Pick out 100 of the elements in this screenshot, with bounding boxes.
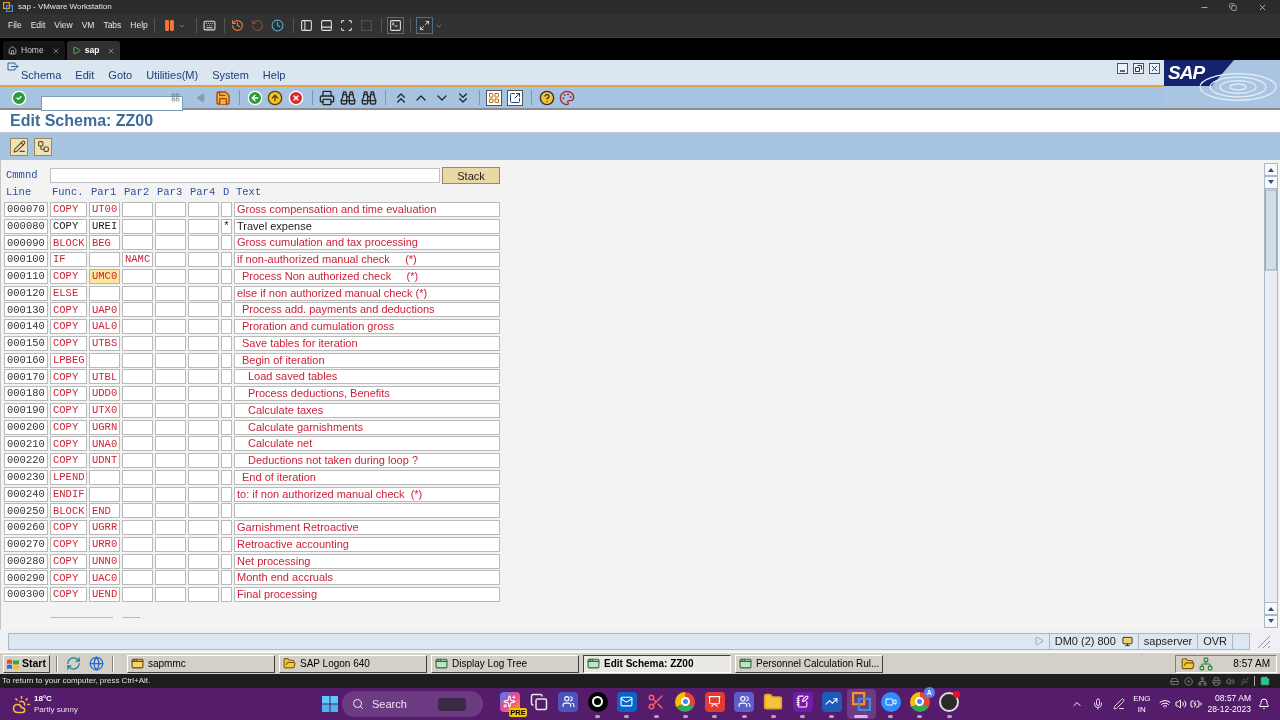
ring-icon[interactable] <box>587 691 608 712</box>
people-icon[interactable] <box>734 691 754 712</box>
pause-icon[interactable] <box>163 19 176 32</box>
toolbar-button[interactable] <box>34 137 52 156</box>
field-label: Cmmnd <box>5 167 39 183</box>
print-icon[interactable] <box>319 89 335 106</box>
note-icon[interactable] <box>1260 676 1270 686</box>
window-icon <box>131 657 144 670</box>
menu-item[interactable]: Schema <box>21 66 62 83</box>
close-icon[interactable] <box>51 46 60 55</box>
toolbar-button[interactable] <box>10 137 28 156</box>
disc-icon[interactable] <box>1184 676 1193 686</box>
taskbar-button[interactable]: Display Log Tree <box>431 654 579 673</box>
taskbar-button[interactable]: Edit Schema: ZZ00 <box>583 654 731 673</box>
save-icon[interactable] <box>215 89 231 106</box>
command-field[interactable] <box>41 96 183 111</box>
overlapping-squares-icon[interactable] <box>851 692 871 711</box>
menu-item[interactable]: System <box>212 66 249 83</box>
minimize-icon[interactable] <box>1117 63 1128 74</box>
close-icon[interactable] <box>1258 2 1267 12</box>
taskbar-button[interactable]: sapmmc <box>127 654 275 673</box>
palette-icon[interactable] <box>559 89 575 106</box>
tab[interactable]: Home <box>3 41 65 60</box>
folder-icon[interactable] <box>763 691 784 712</box>
menu-item[interactable]: Edit <box>30 19 46 32</box>
sparkle-icon[interactable] <box>499 691 520 712</box>
menu-item[interactable]: Help <box>130 19 148 32</box>
date[interactable]: 28-12-2023 <box>1207 704 1251 715</box>
fullscreen-icon[interactable] <box>416 17 433 34</box>
check-icon[interactable] <box>11 89 27 106</box>
mail-icon[interactable] <box>616 691 637 712</box>
table-cell: Process add. payments and deductions <box>234 302 500 318</box>
table-cell <box>155 486 186 502</box>
windows-logo-icon[interactable] <box>322 696 338 712</box>
command-input[interactable] <box>50 168 440 183</box>
overlapping-windows-icon[interactable] <box>529 692 548 711</box>
clock-arrow-icon[interactable] <box>231 19 244 32</box>
network-icon[interactable] <box>1199 656 1213 671</box>
grid-icon[interactable] <box>171 93 180 102</box>
monitor-icon[interactable] <box>1121 635 1133 647</box>
menu-item[interactable]: VM <box>81 19 95 32</box>
table-cell <box>221 536 232 552</box>
people-icon[interactable] <box>558 691 579 712</box>
chart-icon[interactable] <box>821 691 842 712</box>
scissors-icon[interactable] <box>647 692 666 711</box>
clock[interactable]: 08:57 AM <box>1215 693 1251 704</box>
back-icon[interactable] <box>247 89 263 106</box>
cancel-icon[interactable] <box>288 89 304 106</box>
table-cell: COPY <box>50 436 87 452</box>
video-camera-icon[interactable] <box>880 691 901 712</box>
search-input[interactable]: Search <box>372 695 438 713</box>
terminal-icon[interactable] <box>387 17 404 34</box>
scan-frame-icon[interactable] <box>340 19 353 32</box>
menu-item[interactable]: File <box>8 19 22 32</box>
table-cell: COPY <box>50 419 87 435</box>
battery-icon[interactable] <box>1189 698 1202 710</box>
table-cell: UMC0 <box>89 268 120 284</box>
tab[interactable]: sap <box>66 41 121 60</box>
vertical-scrollbar[interactable] <box>1264 163 1278 628</box>
bell-icon[interactable] <box>1258 698 1270 710</box>
menu-item[interactable]: Help <box>262 66 286 83</box>
binoculars-icon[interactable] <box>361 89 377 106</box>
active-app-highlight[interactable] <box>846 689 876 719</box>
folder-icon[interactable] <box>1181 656 1195 671</box>
grid-icon[interactable] <box>486 89 502 106</box>
speaker-icon[interactable] <box>1174 698 1187 710</box>
binoculars-icon[interactable] <box>340 89 356 106</box>
restore-icon[interactable] <box>1133 63 1144 74</box>
keyboard-icon[interactable] <box>203 19 216 32</box>
window-arrow-icon[interactable] <box>7 62 19 71</box>
help-icon[interactable] <box>539 89 555 106</box>
left-panel-icon[interactable] <box>300 19 313 32</box>
menu-item[interactable]: Tabs <box>103 19 122 32</box>
start-button[interactable]: Start <box>3 654 50 673</box>
taskbar-button[interactable]: Personnel Calculation Rul... <box>735 654 883 673</box>
table-cell: COPY <box>50 402 87 418</box>
menu-item[interactable]: View <box>54 19 73 32</box>
microphone-icon[interactable] <box>1092 698 1105 710</box>
search-bar[interactable]: Search <box>342 691 483 717</box>
globe-icon[interactable] <box>89 656 104 671</box>
print-icon[interactable] <box>1212 676 1221 686</box>
presentation-icon[interactable] <box>704 691 725 712</box>
pen-icon[interactable] <box>1113 698 1126 710</box>
language-indicator[interactable]: ENG <box>1133 693 1151 704</box>
shortcut-icon[interactable] <box>507 89 523 106</box>
menu-item[interactable]: Edit <box>75 66 95 83</box>
weather-icon[interactable] <box>12 694 31 714</box>
network-icon[interactable] <box>1198 676 1207 686</box>
notebook-icon[interactable] <box>792 691 813 712</box>
wifi-icon[interactable] <box>1158 698 1171 710</box>
taskbar-button[interactable]: SAP Logon 640 <box>279 654 427 673</box>
region-indicator[interactable]: IN <box>1137 704 1146 715</box>
hard-drive-icon[interactable] <box>1170 676 1179 686</box>
stack-button[interactable]: Stack <box>442 167 500 184</box>
menu-item[interactable]: Goto <box>108 66 133 83</box>
menu-item[interactable]: Utilities(M) <box>146 66 199 83</box>
close-icon[interactable] <box>1149 63 1160 74</box>
circular-arrows-icon[interactable] <box>66 656 81 671</box>
bottom-panel-icon[interactable] <box>320 19 333 32</box>
clock-icon[interactable] <box>271 19 284 32</box>
